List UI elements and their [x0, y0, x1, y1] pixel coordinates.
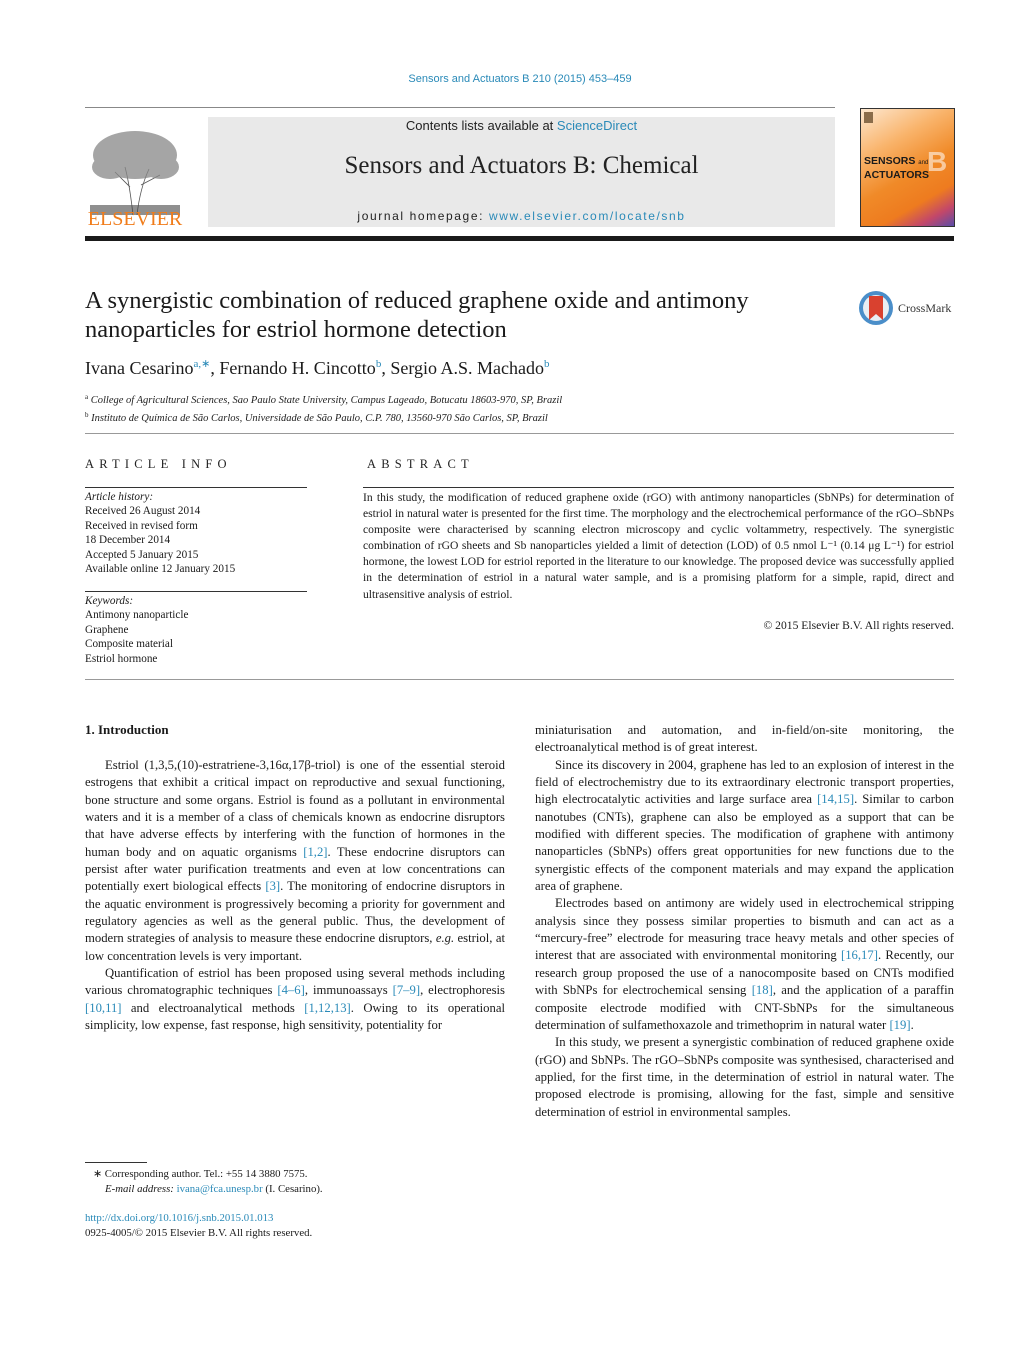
- author-affiliation-marker[interactable]: b: [376, 358, 382, 370]
- journal-cover-image[interactable]: SENSORS and ACTUATORS B: [860, 108, 955, 227]
- email-link[interactable]: ivana@fca.unesp.br: [177, 1183, 263, 1195]
- keywords-label: Keywords:: [85, 595, 134, 607]
- history-item: Accepted 5 January 2015: [85, 548, 199, 561]
- abstract-copyright: © 2015 Elsevier B.V. All rights reserved…: [763, 619, 954, 632]
- divider: [85, 433, 954, 434]
- doi-block: http://dx.doi.org/10.1016/j.snb.2015.01.…: [85, 1211, 312, 1241]
- keywords: Keywords: Antimony nanoparticle Graphene…: [85, 594, 188, 666]
- affiliation: a College of Agricultural Sciences, Sao …: [85, 393, 563, 406]
- elsevier-mini-icon: [864, 112, 873, 123]
- article-info-heading: ARTICLE INFO: [85, 457, 232, 471]
- abstract-text: In this study, the modification of reduc…: [363, 491, 954, 601]
- cover-letter: B: [927, 146, 948, 177]
- footnote-rule: [85, 1162, 147, 1163]
- cover-title: SENSORS and ACTUATORS: [864, 155, 929, 181]
- author-list: Ivana Cesarinoa,∗, Fernando H. Cincottob…: [85, 358, 550, 378]
- contents-line: Contents lists available at ScienceDirec…: [208, 118, 835, 133]
- body-column-left: Estriol (1,3,5,(10)-estratriene-3,16α,17…: [85, 757, 505, 1035]
- keyword: Composite material: [85, 638, 173, 651]
- author-name[interactable]: Ivana Cesarino: [85, 358, 193, 378]
- affiliation: b Instituto de Química de São Carlos, Un…: [85, 411, 548, 424]
- journal-homepage-line: journal homepage: www.elsevier.com/locat…: [208, 209, 835, 223]
- crossmark-label: CrossMark: [898, 301, 952, 315]
- body-column-right: miniaturisation and automation, and in-f…: [535, 722, 954, 1121]
- keyword: Graphene: [85, 623, 129, 636]
- divider: [85, 591, 307, 592]
- keyword: Antimony nanoparticle: [85, 609, 189, 622]
- crossmark-icon: [859, 291, 893, 325]
- author-affiliation-marker[interactable]: a,∗: [193, 358, 210, 370]
- email-line: E-mail address: ivana@fca.unesp.br (I. C…: [105, 1183, 323, 1195]
- article-history-label: Article history:: [85, 491, 154, 503]
- article-title: A synergistic combination of reduced gra…: [85, 287, 749, 343]
- issn-copyright: 0925-4005/© 2015 Elsevier B.V. All right…: [85, 1227, 313, 1239]
- paragraph: Quantification of estriol has been propo…: [85, 966, 506, 1033]
- divider: [363, 487, 954, 488]
- citation-link[interactable]: [1,2]: [303, 845, 327, 859]
- paragraph: miniaturisation and automation, and in-f…: [535, 723, 954, 755]
- history-item: Received 26 August 2014: [85, 505, 201, 518]
- corresponding-author-footnote: ∗ Corresponding author. Tel.: +55 14 388…: [93, 1167, 323, 1197]
- history-item: 18 December 2014: [85, 534, 171, 547]
- affiliations: a College of Agricultural Sciences, Sao …: [85, 390, 562, 426]
- section-heading-introduction: 1. Introduction: [85, 722, 169, 737]
- sciencedirect-link[interactable]: ScienceDirect: [557, 118, 637, 133]
- paragraph: Estriol (1,3,5,(10)-estratriene-3,16α,17…: [85, 758, 506, 963]
- citation-link[interactable]: [19]: [889, 1018, 910, 1032]
- citation-link[interactable]: [10,11]: [85, 1001, 122, 1015]
- history-item: Received in revised form: [85, 519, 198, 532]
- elsevier-wordmark: ELSEVIER: [87, 208, 183, 230]
- keyword: Estriol hormone: [85, 652, 158, 665]
- divider: [85, 487, 307, 488]
- paragraph: Electrodes based on antimony are widely …: [535, 896, 954, 1032]
- citation-link[interactable]: [14,15]: [817, 792, 854, 806]
- abstract-heading: ABSTRACT: [367, 457, 474, 471]
- header-thick-rule: [85, 236, 954, 241]
- citation-link[interactable]: [16,17]: [841, 948, 878, 962]
- paragraph: Since its discovery in 2004, graphene ha…: [535, 757, 954, 894]
- citation-link[interactable]: [4–6]: [277, 983, 304, 997]
- crossmark-button[interactable]: CrossMark: [858, 290, 958, 330]
- divider: [85, 679, 954, 680]
- header-rule: [85, 107, 835, 108]
- journal-title: Sensors and Actuators B: Chemical: [344, 152, 699, 179]
- article-history: Article history: Received 26 August 2014…: [85, 490, 235, 576]
- corresponding-author: ∗ Corresponding author. Tel.: +55 14 388…: [93, 1168, 308, 1180]
- history-item: Available online 12 January 2015: [85, 563, 236, 576]
- contents-prefix: Contents lists available at: [405, 118, 557, 133]
- homepage-prefix: journal homepage:: [357, 209, 489, 223]
- author-affiliation-marker[interactable]: b: [544, 358, 550, 370]
- journal-homepage-link[interactable]: www.elsevier.com/locate/snb: [489, 209, 686, 223]
- citation-link[interactable]: [1,12,13]: [304, 1001, 351, 1015]
- citation-link[interactable]: [7–9]: [393, 983, 420, 997]
- citation-link[interactable]: [3]: [265, 879, 280, 893]
- author-name[interactable]: Fernando H. Cincotto: [219, 358, 375, 378]
- paragraph: In this study, we present a synergistic …: [535, 1035, 954, 1119]
- citation-link[interactable]: [18]: [752, 983, 773, 997]
- doi-link[interactable]: http://dx.doi.org/10.1016/j.snb.2015.01.…: [85, 1212, 273, 1224]
- author-name[interactable]: Sergio A.S. Machado: [390, 358, 544, 378]
- journal-citation[interactable]: Sensors and Actuators B 210 (2015) 453–4…: [0, 73, 1020, 85]
